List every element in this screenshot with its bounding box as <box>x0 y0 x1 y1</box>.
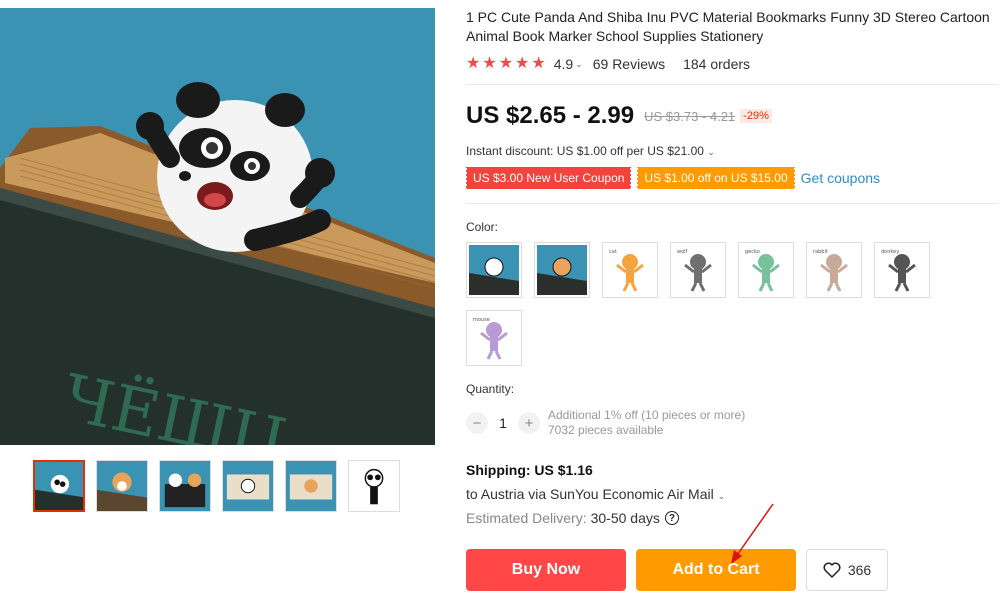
color-option-gecko[interactable]: gecko <box>738 242 794 298</box>
heart-icon <box>823 562 841 578</box>
color-option-wolf[interactable]: wolf <box>670 242 726 298</box>
wishlist-count: 366 <box>847 562 872 578</box>
color-option-caption: rabbit <box>813 249 828 255</box>
instant-discount-text: Instant discount: US $1.00 off per US $2… <box>466 144 704 158</box>
thumbnail-5[interactable] <box>285 460 337 512</box>
thumbnail-3[interactable] <box>159 460 211 512</box>
color-option-shiba[interactable] <box>534 242 590 298</box>
color-option-caption: wolf <box>677 249 688 255</box>
coupon-row: US $3.00 New User Coupon US $1.00 off on… <box>464 167 1000 189</box>
reviews-link[interactable]: 69 Reviews <box>593 56 665 72</box>
bulk-discount-note: Additional 1% off (10 pieces or more) <box>548 408 746 422</box>
wishlist-button[interactable]: 366 <box>806 549 888 591</box>
quantity-decrease-button[interactable]: − <box>466 412 488 434</box>
product-info: 1 PC Cute Panda And Shiba Inu PVC Materi… <box>464 8 1000 591</box>
stock-available: 7032 pieces available <box>548 423 664 437</box>
rating-stars: ★ ★ ★ ★ ★ <box>466 56 546 72</box>
current-price: US $2.65 - 2.99 <box>466 102 635 129</box>
quantity-increase-button[interactable]: + <box>518 412 540 434</box>
orders-count: 184 orders <box>683 56 751 72</box>
thumbnail-6[interactable] <box>348 460 400 512</box>
quantity-stepper: − 1 + Additional 1% off (10 pieces or mo… <box>466 408 1000 438</box>
star-icon: ★ <box>515 55 530 72</box>
divider <box>466 84 998 85</box>
chevron-down-icon[interactable]: ⌄ <box>575 59 583 70</box>
shipping-destination[interactable]: to Austria via SunYou Economic Air Mail ⌄ <box>466 486 1000 502</box>
color-option-caption: donkey <box>881 249 899 255</box>
estimated-delivery-value: 30-50 days <box>590 510 660 526</box>
color-option-caption: cat <box>609 249 617 255</box>
thumbnail-2[interactable] <box>96 460 148 512</box>
star-icon: ★ <box>531 55 546 72</box>
color-option-donkey[interactable]: donkey <box>874 242 930 298</box>
quantity-input[interactable]: 1 <box>488 415 518 431</box>
shipping-title: Shipping: US $1.16 <box>466 462 593 478</box>
get-coupons-link[interactable]: Get coupons <box>801 170 880 186</box>
color-swatches: cat wolf gecko rabbit donkey mouse <box>466 242 936 366</box>
buy-now-button[interactable]: Buy Now <box>466 549 626 591</box>
thumbnail-4[interactable] <box>222 460 274 512</box>
quantity-label: Quantity: <box>466 382 515 396</box>
star-icon: ★ <box>498 55 514 72</box>
question-icon[interactable]: ? <box>664 511 679 525</box>
chevron-down-icon: ⌄ <box>717 491 726 501</box>
rating-row: ★ ★ ★ ★ ★ 4.9 ⌄ 69 Reviews 184 orders <box>466 56 1000 73</box>
color-option-caption: gecko <box>745 249 760 255</box>
add-to-cart-button[interactable]: Add to Cart <box>636 549 796 591</box>
color-label: Color: <box>466 220 499 234</box>
original-price: US $3.73 - 4.21 <box>644 108 736 124</box>
estimated-delivery-label: Estimated Delivery: <box>466 510 587 526</box>
price-row: US $2.65 - 2.99 US $3.73 - 4.21 -29% <box>466 102 1000 130</box>
star-icon: ★ <box>482 55 497 72</box>
thumbnail-strip <box>33 460 400 512</box>
color-option-caption: mouse <box>473 317 490 323</box>
shipping-destination-text: to Austria via SunYou Economic Air Mail <box>466 486 714 502</box>
color-option-panda[interactable] <box>466 242 522 298</box>
chevron-down-icon: ⌄ <box>707 147 715 157</box>
new-user-coupon[interactable]: US $3.00 New User Coupon <box>464 167 633 189</box>
estimated-delivery: Estimated Delivery: 30-50 days ? <box>466 510 1000 526</box>
rating-value[interactable]: 4.9 <box>554 56 573 72</box>
store-coupon[interactable]: US $1.00 off on US $15.00 <box>636 167 796 189</box>
color-option-rabbit[interactable]: rabbit <box>806 242 862 298</box>
quantity-note: Additional 1% off (10 pieces or more) 70… <box>548 408 745 438</box>
divider <box>466 203 998 204</box>
main-product-image[interactable]: ЧЁЩЦ <box>0 8 435 445</box>
star-icon: ★ <box>466 55 481 72</box>
color-option-cat[interactable]: cat <box>602 242 658 298</box>
discount-badge: -29% <box>740 109 772 123</box>
thumbnail-1[interactable] <box>33 460 85 512</box>
action-buttons: Buy Now Add to Cart 366 <box>466 549 1000 591</box>
product-title: 1 PC Cute Panda And Shiba Inu PVC Materi… <box>466 9 990 44</box>
color-option-mouse[interactable]: mouse <box>466 310 522 366</box>
instant-discount[interactable]: Instant discount: US $1.00 off per US $2… <box>466 144 1000 158</box>
